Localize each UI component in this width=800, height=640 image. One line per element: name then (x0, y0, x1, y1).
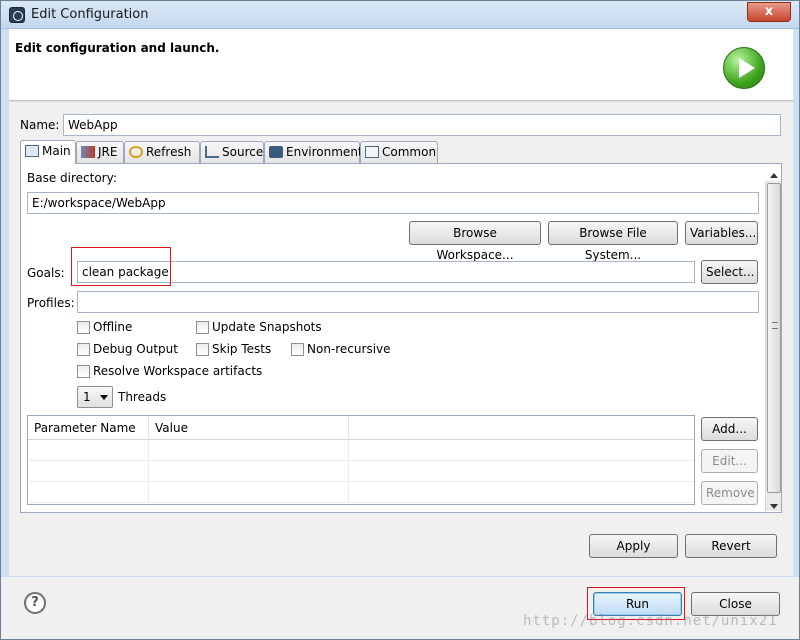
refresh-tab-icon (129, 146, 143, 158)
watermark-text: http://blog.csdn.net/unix21 (523, 613, 778, 629)
grip-icon (772, 322, 778, 329)
non-recursive-checkbox[interactable] (291, 343, 304, 356)
column-header-value[interactable]: Value (149, 416, 349, 440)
skip-tests-checkbox[interactable] (196, 343, 209, 356)
offline-checkbox[interactable] (77, 321, 90, 334)
name-label: Name: (20, 118, 60, 132)
source-tab-icon (205, 146, 219, 158)
table-row[interactable] (28, 461, 694, 482)
table-cell (149, 440, 349, 461)
scrollbar-thumb[interactable] (767, 183, 781, 493)
goals-label: Goals: (27, 266, 65, 280)
offline-label: Offline (93, 320, 133, 334)
dialog-banner: Edit configuration and launch. (9, 29, 793, 101)
threads-select[interactable]: 1 (77, 386, 113, 408)
environment-tab-icon (269, 146, 283, 158)
tab-source-label: Source (222, 145, 264, 159)
tab-jre-label: JRE (98, 145, 118, 159)
tab-main[interactable]: Main (20, 140, 76, 164)
edit-configuration-dialog: Edit Configuration x Edit configuration … (0, 0, 800, 640)
tab-environment[interactable]: Environment (264, 141, 363, 163)
update-snapshots-checkbox[interactable] (196, 321, 209, 334)
run-launch-icon (723, 47, 765, 89)
table-cell (28, 461, 149, 482)
edit-parameter-button[interactable]: Edit... (701, 449, 758, 473)
remove-parameter-button[interactable]: Remove (701, 481, 758, 505)
tab-common-label: Common (382, 145, 437, 159)
window-title: Edit Configuration (31, 7, 149, 22)
add-parameter-button[interactable]: Add... (701, 417, 758, 441)
table-cell (28, 440, 149, 461)
variables-button[interactable]: Variables... (685, 221, 758, 245)
resolve-workspace-label: Resolve Workspace artifacts (93, 364, 263, 378)
main-tab-icon (25, 145, 39, 157)
column-header-parameter-name[interactable]: Parameter Name (28, 416, 149, 440)
threads-label: Threads (118, 390, 167, 404)
revert-button[interactable]: Revert (685, 534, 777, 558)
skip-tests-label: Skip Tests (212, 342, 272, 356)
vertical-scrollbar[interactable] (765, 173, 781, 511)
debug-output-label: Debug Output (93, 342, 178, 356)
chevron-down-icon (100, 395, 108, 400)
title-bar[interactable]: Edit Configuration x (1, 1, 799, 29)
profiles-label: Profiles: (27, 296, 75, 310)
profiles-input[interactable] (77, 291, 759, 313)
table-cell (28, 482, 149, 503)
scroll-down-icon[interactable] (770, 504, 778, 509)
resolve-workspace-checkbox[interactable] (77, 365, 90, 378)
goals-input[interactable]: clean package (77, 261, 695, 283)
non-recursive-label: Non-recursive (307, 342, 391, 356)
tab-refresh-label: Refresh (146, 145, 192, 159)
tab-environment-label: Environment (286, 145, 363, 159)
tab-source[interactable]: Source (200, 141, 264, 163)
parameters-table[interactable]: Parameter Name Value (27, 415, 695, 505)
eclipse-icon (9, 7, 25, 23)
window-close-button[interactable]: x (747, 2, 791, 22)
update-snapshots-label: Update Snapshots (212, 320, 322, 334)
jre-tab-icon (81, 146, 95, 158)
browse-file-system-button[interactable]: Browse File System... (548, 221, 678, 262)
banner-title: Edit configuration and launch. (15, 41, 220, 55)
common-tab-icon (365, 146, 379, 158)
tab-main-label: Main (42, 144, 71, 158)
table-row[interactable] (28, 440, 694, 461)
tab-refresh[interactable]: Refresh (124, 141, 200, 163)
table-cell (149, 482, 349, 503)
name-input[interactable]: WebApp (63, 114, 781, 136)
select-goals-button[interactable]: Select... (701, 260, 758, 284)
threads-select-value: 1 (83, 390, 91, 404)
table-row[interactable] (28, 482, 694, 503)
tab-common[interactable]: Common (360, 141, 438, 163)
base-directory-input[interactable]: E:/workspace/WebApp (27, 192, 759, 214)
tab-jre[interactable]: JRE (76, 141, 124, 163)
browse-workspace-button[interactable]: Browse Workspace... (409, 221, 541, 262)
base-directory-label: Base directory: (27, 171, 117, 185)
scroll-up-icon[interactable] (770, 173, 778, 178)
help-icon[interactable]: ? (24, 592, 46, 614)
parameters-table-header: Parameter Name Value (28, 416, 694, 440)
table-cell (149, 461, 349, 482)
debug-output-checkbox[interactable] (77, 343, 90, 356)
apply-button[interactable]: Apply (589, 534, 678, 558)
